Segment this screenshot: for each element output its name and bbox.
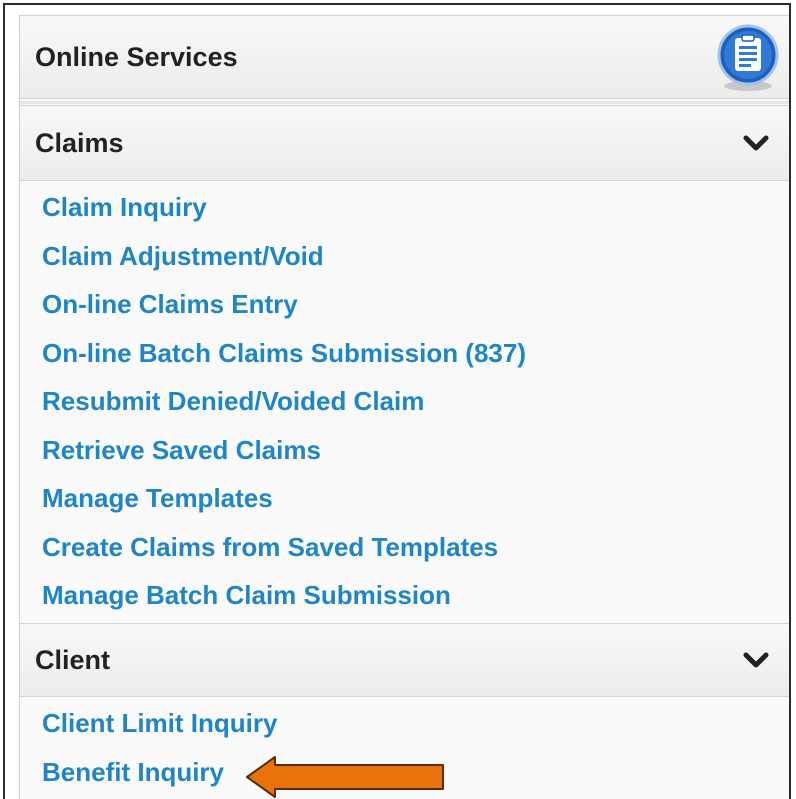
link-online-claims-entry[interactable]: On-line Claims Entry <box>20 280 789 329</box>
client-section-header[interactable]: Client <box>20 623 789 697</box>
panel-inner: Online Services Claims Claim Inquiry Cla… <box>19 15 789 799</box>
client-section-title: Client <box>35 644 111 675</box>
link-client-limit-inquiry[interactable]: Client Limit Inquiry <box>20 699 789 748</box>
claims-section-title: Claims <box>35 127 124 158</box>
pointer-arrow-icon <box>246 756 444 798</box>
link-manage-templates[interactable]: Manage Templates <box>20 474 789 523</box>
link-create-claims-from-saved-templates[interactable]: Create Claims from Saved Templates <box>20 523 789 572</box>
link-resubmit-denied-voided-claim[interactable]: Resubmit Denied/Voided Claim <box>20 377 789 426</box>
claims-section-header[interactable]: Claims <box>20 105 789 181</box>
chevron-down-icon[interactable] <box>743 133 769 153</box>
link-claim-adjustment-void[interactable]: Claim Adjustment/Void <box>20 232 789 281</box>
document-icon <box>717 24 779 91</box>
online-services-header: Online Services <box>20 15 789 99</box>
link-manage-batch-claim-submission[interactable]: Manage Batch Claim Submission <box>20 571 789 620</box>
panel-title: Online Services <box>35 41 238 72</box>
link-claim-inquiry[interactable]: Claim Inquiry <box>20 183 789 232</box>
link-retrieve-saved-claims[interactable]: Retrieve Saved Claims <box>20 426 789 475</box>
link-online-batch-claims-submission[interactable]: On-line Batch Claims Submission (837) <box>20 329 789 378</box>
claims-links: Claim Inquiry Claim Adjustment/Void On-l… <box>20 183 789 620</box>
online-services-panel: Online Services Claims Claim Inquiry Cla… <box>3 3 791 799</box>
header-divider <box>20 101 789 104</box>
chevron-down-icon[interactable] <box>743 650 769 670</box>
